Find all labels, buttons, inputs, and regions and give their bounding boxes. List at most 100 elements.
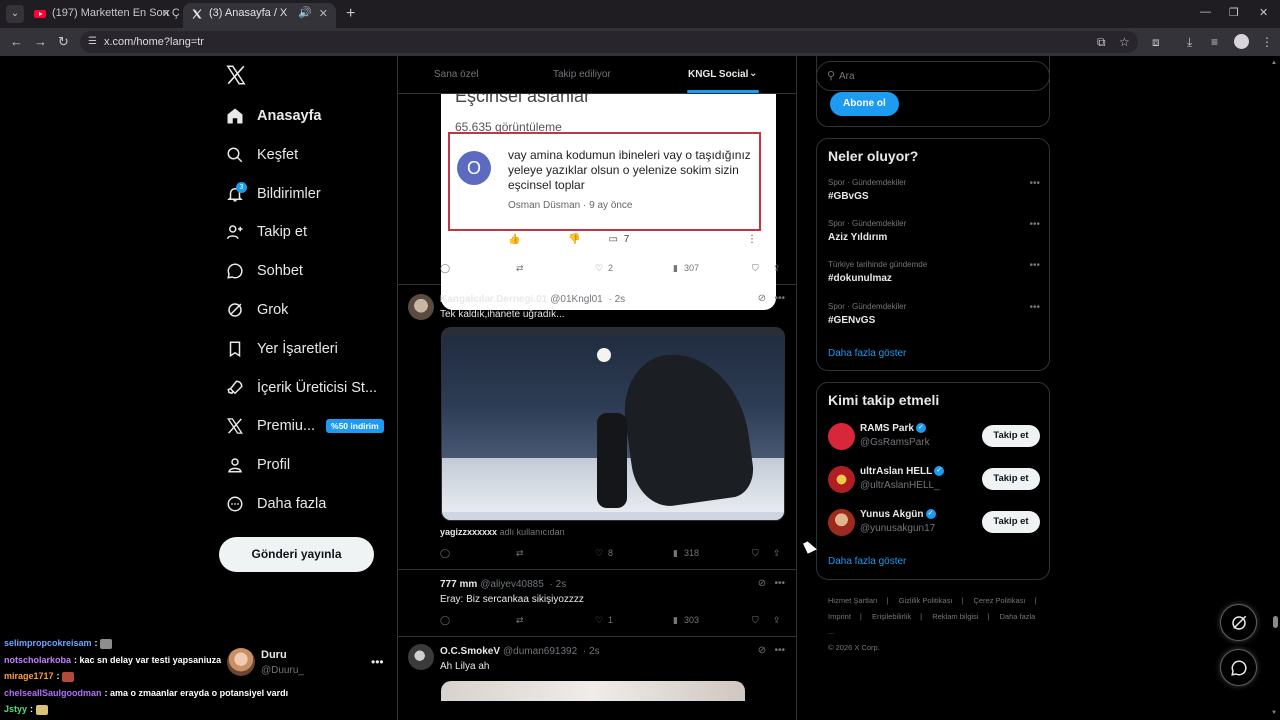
suggestion-item[interactable]: RAMS Park ✓ @GsRamsPark Takip et	[828, 421, 1040, 453]
new-tab-button[interactable]: +	[346, 5, 355, 23]
footer-link[interactable]: Reklam bilgisi	[932, 612, 978, 621]
suggestion-item[interactable]: ultrAslan HELL ✓ @ultrAslanHELL_ Takip et	[828, 464, 1040, 496]
extensions-icon[interactable]: ⧈	[1152, 35, 1160, 50]
speaker-icon[interactable]: 🔊	[298, 6, 312, 19]
tweet[interactable]: 777 mm @aliyev40885 · 2s ⊘ ••• Eray: Biz …	[398, 570, 796, 637]
post-button[interactable]: Gönderi yayınla	[219, 537, 374, 572]
repost-icon[interactable]: ⇄	[516, 263, 524, 274]
like-icon[interactable]: ♡	[595, 548, 603, 559]
sidebar-item-profile[interactable]: Profil	[222, 447, 290, 483]
forward-icon[interactable]: →	[34, 34, 47, 49]
follow-button[interactable]: Takip et	[982, 468, 1040, 490]
show-more-link[interactable]: Daha fazla göster	[828, 348, 906, 359]
trend-item[interactable]: Spor · Gündemdekiler #GBvGS •••	[828, 178, 1040, 212]
bookmark-icon[interactable]: ⛉	[752, 548, 759, 559]
suggestion-item[interactable]: Yunus Akgün ✓ @yunusakgun17 Takip et	[828, 507, 1040, 539]
reply-icon[interactable]: ◯	[440, 615, 450, 626]
scrollbar-thumb[interactable]	[1273, 616, 1278, 628]
more-icon[interactable]: •••	[371, 655, 384, 669]
more-icon[interactable]: •••	[774, 645, 785, 656]
x-logo-icon[interactable]	[225, 64, 247, 86]
page-scrollbar[interactable]	[1270, 56, 1280, 720]
tab-following[interactable]: Takip ediliyor	[553, 69, 611, 80]
close-icon[interactable]: ✕	[162, 7, 171, 20]
tweet-image[interactable]: Eşcinsel aslanlar 65.635 görüntüleme O v…	[441, 94, 776, 310]
messages-float-button[interactable]	[1220, 649, 1257, 686]
share-icon[interactable]: ⇪	[773, 263, 781, 274]
trend-item[interactable]: Spor · Gündemdekiler #GENvGS •••	[828, 302, 1040, 336]
grok-icon[interactable]: ⊘	[758, 293, 766, 304]
share-icon[interactable]: ⇪	[773, 615, 781, 626]
bookmark-icon[interactable]: ⛉	[752, 615, 759, 626]
sidebar-item-creator-studio[interactable]: İçerik Üreticisi St...	[222, 370, 377, 406]
sidebar-item-follow[interactable]: Takip et	[222, 214, 307, 250]
restore-button[interactable]: ❐	[1229, 6, 1239, 19]
footer-link[interactable]: Hizmet Şartları	[828, 596, 878, 605]
bookmark-icon[interactable]: ⛉	[752, 263, 759, 274]
footer-link[interactable]: Gizlilik Politikası	[899, 596, 953, 605]
trend-item[interactable]: Türkiye tarihinde gündemde #dokunulmaz •…	[828, 260, 1040, 294]
views-icon[interactable]: ▮	[673, 615, 678, 626]
sidebar-item-chat[interactable]: Sohbet	[222, 253, 303, 289]
subscribe-button[interactable]: Abone ol	[830, 92, 899, 116]
download-icon[interactable]: ⤓	[1187, 35, 1192, 50]
tab-for-you[interactable]: Sana özel	[434, 69, 478, 80]
sidebar-item-grok[interactable]: Grok	[222, 292, 288, 328]
menu-kebab-icon[interactable]: ⋮	[1261, 35, 1273, 49]
more-icon[interactable]: •••	[1029, 260, 1040, 271]
tab-search-button[interactable]: ⌄	[6, 5, 24, 23]
minimize-button[interactable]: —	[1200, 6, 1211, 18]
tab-kngl-social[interactable]: KNGL Social	[688, 69, 748, 80]
tweet[interactable]: Kangalcılar.Dernegi.01 @01Kngl01 · 2s ⊘ •…	[398, 285, 796, 570]
like-icon[interactable]: ♡	[595, 263, 603, 274]
sidebar-item-notifications[interactable]: Bildirimler	[222, 176, 321, 212]
address-input[interactable]: ☰ x.com/home?lang=tr	[80, 31, 1138, 53]
sidebar-item-home[interactable]: Anasayfa	[222, 98, 321, 134]
browser-profile-avatar[interactable]	[1234, 34, 1249, 49]
scroll-down-arrow[interactable]: ▼	[1271, 710, 1277, 716]
reply-icon[interactable]: ◯	[440, 263, 450, 274]
grok-icon[interactable]: ⊘	[758, 645, 766, 656]
footer-link[interactable]: Çerez Politikası	[973, 596, 1025, 605]
follow-button[interactable]: Takip et	[982, 425, 1040, 447]
more-icon[interactable]: •••	[1029, 219, 1040, 230]
scroll-up-arrow[interactable]: ▲	[1271, 60, 1277, 66]
media-control-icon[interactable]: ≡	[1211, 35, 1218, 49]
tweet[interactable]: O.C.SmokeV @duman691392 · 2s ⊘ ••• Ah Lil…	[398, 637, 796, 720]
tweet-author[interactable]: O.C.SmokeV @duman691392 · 2s	[440, 646, 600, 657]
sidebar-item-explore[interactable]: Keşfet	[222, 137, 298, 173]
tweet-media[interactable]	[441, 327, 785, 521]
like-icon[interactable]: ♡	[595, 615, 603, 626]
trend-item[interactable]: Spor · Gündemdekiler Aziz Yıldırım •••	[828, 219, 1040, 253]
follow-button[interactable]: Takip et	[982, 511, 1040, 533]
repost-icon[interactable]: ⇄	[516, 615, 524, 626]
reload-icon[interactable]: ↻	[58, 34, 69, 50]
bookmark-star-icon[interactable]: ☆	[1119, 35, 1130, 49]
more-icon[interactable]: •••	[774, 578, 785, 589]
views-icon[interactable]: ▮	[673, 548, 678, 559]
close-icon[interactable]: ✕	[319, 7, 328, 20]
browser-tab-x[interactable]: (3) Anasayfa / X 🔊 ✕	[183, 3, 336, 28]
footer-link[interactable]: Erişilebilirlik	[872, 612, 911, 621]
views-icon[interactable]: ▮	[673, 263, 678, 274]
reply-icon[interactable]: ◯	[440, 548, 450, 559]
repost-icon[interactable]: ⇄	[516, 548, 524, 559]
browser-tab-youtube[interactable]: (197) Marketten En Son Çıkan 2 ✕	[26, 3, 179, 25]
share-icon[interactable]: ⇪	[773, 548, 781, 559]
tweet-media[interactable]	[441, 681, 745, 701]
install-app-icon[interactable]: ⧉	[1097, 35, 1106, 50]
sidebar-item-more[interactable]: Daha fazla	[222, 486, 326, 522]
site-info-icon[interactable]: ☰	[88, 36, 97, 47]
grok-float-button[interactable]	[1220, 604, 1257, 641]
show-more-link[interactable]: Daha fazla göster	[828, 556, 906, 567]
chevron-down-icon[interactable]: ⌄	[749, 68, 757, 79]
footer-link[interactable]: Imprint	[828, 612, 851, 621]
sidebar-item-premium[interactable]: Premiu... %50 indirim	[222, 408, 384, 444]
tweet-author[interactable]: 777 mm @aliyev40885 · 2s	[440, 579, 566, 590]
sidebar-item-bookmarks[interactable]: Yer İşaretleri	[222, 331, 338, 367]
more-icon[interactable]: •••	[1029, 302, 1040, 313]
grok-icon[interactable]: ⊘	[758, 578, 766, 589]
close-window-button[interactable]: ✕	[1259, 6, 1268, 19]
tweet-author[interactable]: Kangalcılar.Dernegi.01 @01Kngl01 · 2s	[440, 294, 625, 305]
more-icon[interactable]: •••	[774, 293, 785, 304]
